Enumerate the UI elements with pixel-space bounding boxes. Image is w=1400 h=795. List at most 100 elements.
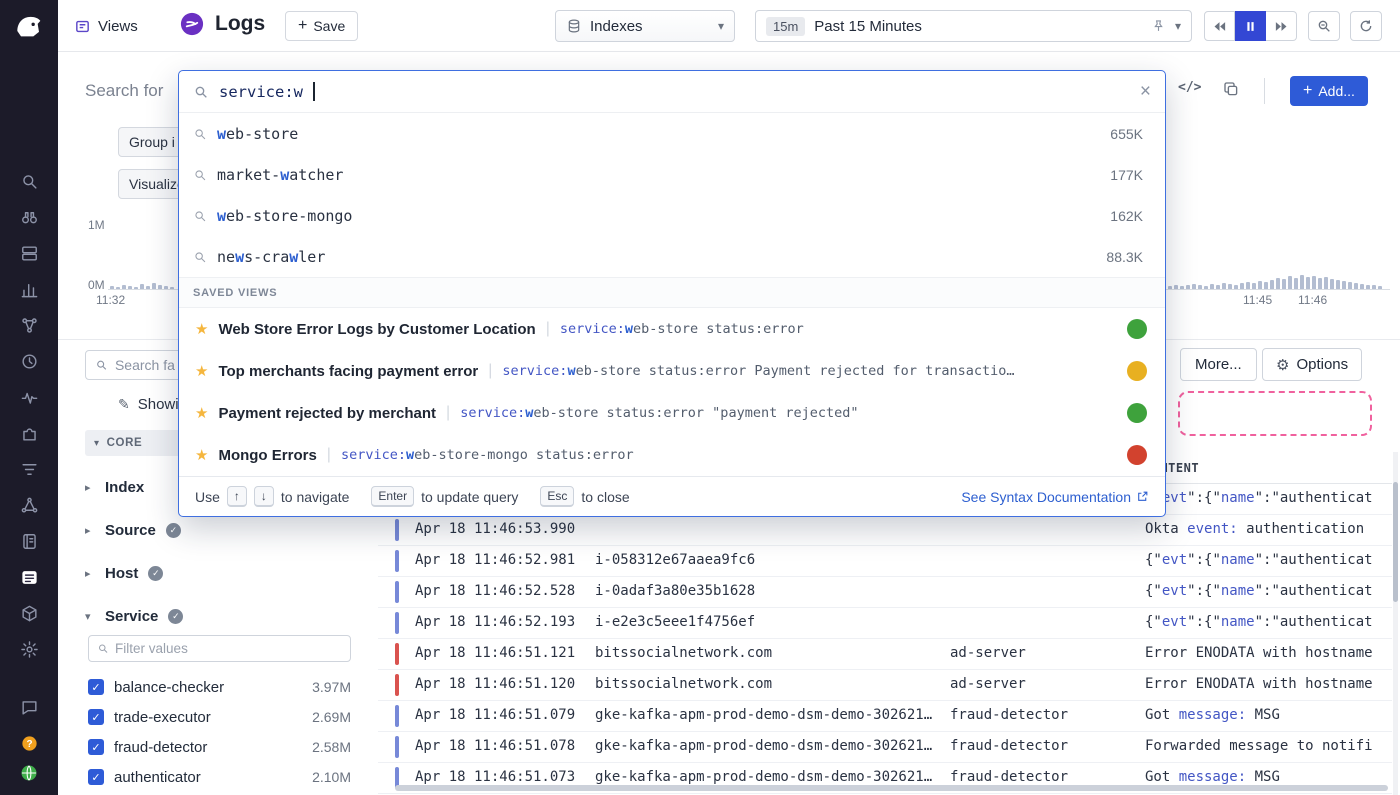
settings-icon[interactable] [20, 640, 39, 659]
notebooks-icon[interactable] [20, 532, 39, 551]
plus-icon: + [298, 17, 307, 35]
search-icon [97, 642, 109, 655]
log-content: Error ENODATA with hostname [1145, 676, 1392, 692]
log-row[interactable]: Apr 18 11:46:52.981i-058312e67aaea9fc6{"… [378, 546, 1392, 577]
log-row[interactable]: Apr 18 11:46:52.528i-0adaf3a80e35b1628{"… [378, 577, 1392, 608]
status-level-bar [395, 674, 399, 696]
syntax-documentation-link[interactable]: See Syntax Documentation [961, 489, 1149, 505]
histogram-bar [1306, 277, 1310, 289]
suggestion-count: 177K [1110, 167, 1143, 183]
saved-view-item[interactable]: ★Web Store Error Logs by Customer Locati… [179, 308, 1165, 350]
ci-icon[interactable] [20, 352, 39, 371]
views-button[interactable]: Views [74, 12, 138, 40]
vertical-scrollbar[interactable] [1393, 452, 1398, 795]
datadog-logo-icon[interactable] [9, 6, 49, 46]
service-value-row[interactable]: ✓balance-checker3.97M [88, 672, 351, 702]
zoom-out-icon [1316, 18, 1332, 34]
histogram-bar [1288, 276, 1292, 289]
fast-forward-button[interactable] [1266, 11, 1297, 41]
search-input[interactable]: service:w × [179, 71, 1165, 113]
saved-view-item[interactable]: ★Payment rejected by merchant|service:we… [179, 392, 1165, 434]
chat-icon[interactable] [20, 698, 39, 717]
binoculars-icon[interactable] [20, 208, 39, 227]
service-map-icon[interactable] [20, 496, 39, 515]
facet-item-service[interactable]: ▾Service✓ [85, 595, 370, 638]
log-date: Apr 18 11:46:51.078 [415, 738, 575, 754]
histogram-bar [1348, 282, 1352, 289]
log-content: {"evt":{"name":"authenticat [1145, 583, 1392, 599]
add-label: Add... [1318, 83, 1355, 99]
time-range-selector[interactable]: 15m Past 15 Minutes ▾ [755, 10, 1192, 42]
saved-view-query: service:web-store status:error Payment r… [502, 363, 1014, 379]
pin-icon[interactable] [1151, 19, 1166, 34]
checkbox-checked[interactable]: ✓ [88, 739, 104, 755]
logs-page: ? Views Logs + Save Indexes ▾ 15m Past 1… [0, 0, 1400, 795]
log-row[interactable]: Apr 18 11:46:51.079gke-kafka-apm-prod-de… [378, 701, 1392, 732]
search-suggestion[interactable]: web-store-mongo162K [179, 195, 1165, 236]
divider: | [446, 404, 450, 422]
zoom-out-button[interactable] [1308, 11, 1340, 41]
y-axis-label-top: 1M [88, 218, 105, 232]
log-row[interactable]: Apr 18 11:46:51.078gke-kafka-apm-prod-de… [378, 732, 1392, 763]
histogram-bar [1258, 281, 1262, 289]
saved-view-item[interactable]: ★Top merchants facing payment error|serv… [179, 350, 1165, 392]
rewind-button[interactable] [1204, 11, 1235, 41]
raw-query-toggle[interactable]: </> [1178, 80, 1201, 95]
saved-views-header: SAVED VIEWS [179, 277, 1165, 308]
search-suggestion[interactable]: web-store655K [179, 113, 1165, 154]
check-badge-icon: ✓ [148, 566, 163, 581]
chevron-right-icon: ▸ [85, 481, 95, 494]
service-value-label: authenticator [114, 769, 201, 786]
search-suggestion[interactable]: news-crawler88.3K [179, 236, 1165, 277]
log-row[interactable]: Apr 18 11:46:51.120bitssocialnetwork.com… [378, 670, 1392, 701]
save-button[interactable]: + Save [285, 11, 358, 41]
vertical-scrollbar-thumb[interactable] [1393, 482, 1398, 602]
help-icon[interactable]: ? [20, 734, 39, 753]
logs-icon[interactable] [20, 568, 39, 587]
star-icon: ★ [195, 404, 208, 422]
saved-view-title: Mongo Errors [218, 447, 316, 464]
esc-key: Esc [540, 486, 574, 507]
log-row[interactable]: Apr 18 11:46:51.121bitssocialnetwork.com… [378, 639, 1392, 670]
log-rows: {"evt":{"name":"authenticatApr 18 11:46:… [378, 484, 1392, 794]
log-row[interactable]: Apr 18 11:46:52.193i-e2e3c5eee1f4756ef{"… [378, 608, 1392, 639]
add-button[interactable]: + Add... [1290, 76, 1368, 106]
processes-icon[interactable] [20, 316, 39, 335]
more-button[interactable]: More... [1180, 348, 1257, 381]
status-level-bar [395, 612, 399, 634]
service-value-row[interactable]: ✓fraud-detector2.58M [88, 732, 351, 762]
metrics-icon[interactable] [20, 280, 39, 299]
log-row[interactable]: Apr 18 11:46:53.990Okta event: authentic… [378, 515, 1392, 546]
refresh-button[interactable] [1350, 11, 1382, 41]
checkbox-checked[interactable]: ✓ [88, 679, 104, 695]
packages-icon[interactable] [20, 604, 39, 623]
clear-search-icon[interactable]: × [1140, 82, 1151, 101]
filter-values-input[interactable] [115, 641, 342, 656]
service-value-count: 2.10M [312, 769, 351, 785]
pause-button[interactable] [1235, 11, 1266, 41]
horizontal-scrollbar[interactable] [395, 785, 1388, 791]
log-date: Apr 18 11:46:51.120 [415, 676, 575, 692]
facet-item-host[interactable]: ▸Host✓ [85, 552, 370, 595]
service-value-row[interactable]: ✓ authenticator 2.10M [88, 762, 351, 792]
checkbox-checked[interactable]: ✓ [88, 709, 104, 725]
integrations-icon[interactable] [20, 424, 39, 443]
checkbox-checked[interactable]: ✓ [88, 769, 104, 785]
filter-values-field[interactable] [88, 635, 351, 662]
pipelines-icon[interactable] [20, 460, 39, 479]
indexes-dropdown[interactable]: Indexes ▾ [555, 10, 735, 42]
options-button[interactable]: ⚙ Options [1262, 348, 1362, 381]
copy-icon[interactable] [1222, 80, 1242, 100]
timeline-histogram-right[interactable] [1168, 239, 1390, 289]
search-icon[interactable] [20, 172, 39, 191]
infrastructure-icon[interactable] [20, 244, 39, 263]
log-service: ad-server [950, 676, 1136, 692]
apm-icon[interactable] [20, 388, 39, 407]
region-globe-icon[interactable] [19, 763, 39, 783]
time-range-label: Past 15 Minutes [814, 18, 922, 35]
service-value-row[interactable]: ✓trade-executor2.69M [88, 702, 351, 732]
dropdown-footer: Use ↑ ↓ to navigate Enter to update quer… [179, 476, 1165, 516]
avatar [1127, 319, 1147, 339]
search-suggestion[interactable]: market-watcher177K [179, 154, 1165, 195]
saved-view-item[interactable]: ★Mongo Errors|service:web-store-mongo st… [179, 434, 1165, 476]
